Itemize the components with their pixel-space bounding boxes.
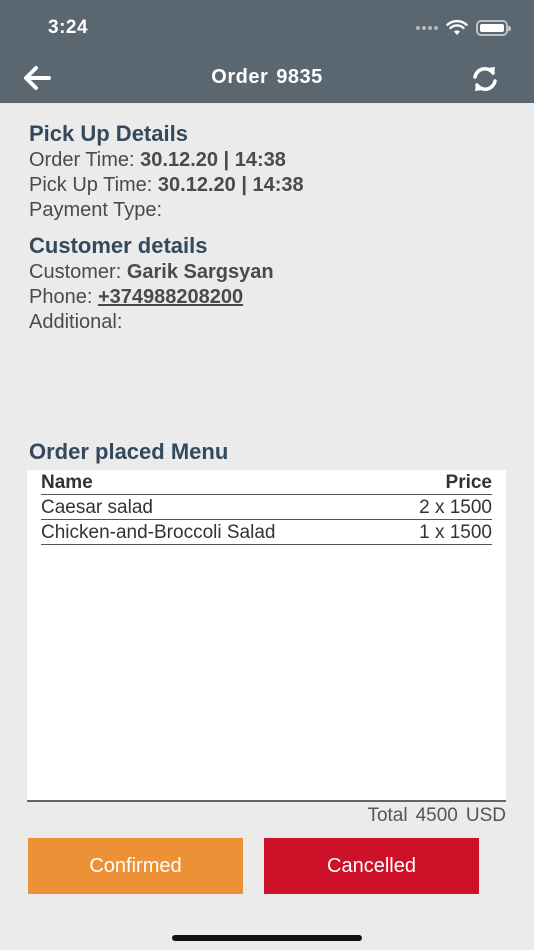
total-currency: USD (465, 805, 506, 826)
page-title-label: Order (211, 66, 269, 88)
pickup-time-value: 30.12.20 | 14:38 (157, 174, 304, 196)
table-row: Chicken-and-Broccoli Salad 1 x 1500 (41, 520, 492, 545)
wifi-icon (446, 20, 468, 35)
menu-title-wrap: Order placed Menu (29, 438, 509, 466)
battery-icon (476, 20, 511, 36)
item-price: 1 x 1500 (419, 522, 492, 543)
menu-table: Name Price Caesar salad 2 x 1500 Chicken… (27, 470, 506, 802)
pickup-time-row: Pick Up Time: 30.12.20 | 14:38 (29, 173, 509, 198)
payment-type-label: Payment Type: (29, 199, 163, 221)
customer-name: Garik Sargsyan (126, 261, 274, 283)
item-name: Caesar salad (41, 497, 153, 518)
status-time: 3:24 (48, 17, 89, 38)
phone-link[interactable]: +374988208200 (98, 286, 243, 308)
confirmed-button[interactable]: Confirmed (28, 838, 243, 894)
order-total: Total 4500 USD (359, 803, 506, 828)
total-value: 4500 (415, 805, 458, 826)
additional-row: Additional: (29, 310, 509, 335)
home-indicator[interactable] (172, 935, 362, 941)
order-time-label: Order Time: (29, 149, 135, 171)
order-time-value: 30.12.20 | 14:38 (140, 149, 286, 171)
status-icons (416, 18, 511, 38)
pickup-time-label: Pick Up Time: (29, 174, 153, 196)
customer-label: Customer: (29, 261, 122, 283)
table-header: Name Price (41, 470, 492, 495)
cancelled-button[interactable]: Cancelled (264, 838, 479, 894)
order-time-row: Order Time: 30.12.20 | 14:38 (29, 148, 509, 173)
item-price: 2 x 1500 (419, 497, 492, 518)
refresh-button[interactable] (470, 64, 500, 94)
refresh-icon (473, 67, 497, 91)
customer-row: Customer: Garik Sargsyan (29, 260, 509, 285)
app-header: 3:24 Order 9835 (0, 0, 534, 103)
column-price-header: Price (445, 472, 492, 493)
phone-row: Phone: +374988208200 (29, 285, 509, 310)
additional-label: Additional: (29, 311, 123, 333)
total-label: Total (367, 805, 408, 826)
column-name-header: Name (41, 472, 93, 493)
page-title: Order 9835 (0, 66, 534, 89)
phone-label: Phone: (29, 286, 93, 308)
table-row: Caesar salad 2 x 1500 (41, 495, 492, 520)
order-number: 9835 (276, 66, 323, 88)
item-name: Chicken-and-Broccoli Salad (41, 522, 276, 543)
menu-title: Order placed Menu (29, 439, 229, 464)
customer-details-title: Customer details (29, 233, 208, 258)
pickup-details-section: Pick Up Details Order Time: 30.12.20 | 1… (29, 120, 509, 223)
customer-details-section: Customer details Customer: Garik Sargsya… (29, 232, 509, 335)
pickup-details-title: Pick Up Details (29, 121, 188, 146)
payment-type-row: Payment Type: (29, 198, 509, 223)
signal-icon (416, 26, 438, 30)
